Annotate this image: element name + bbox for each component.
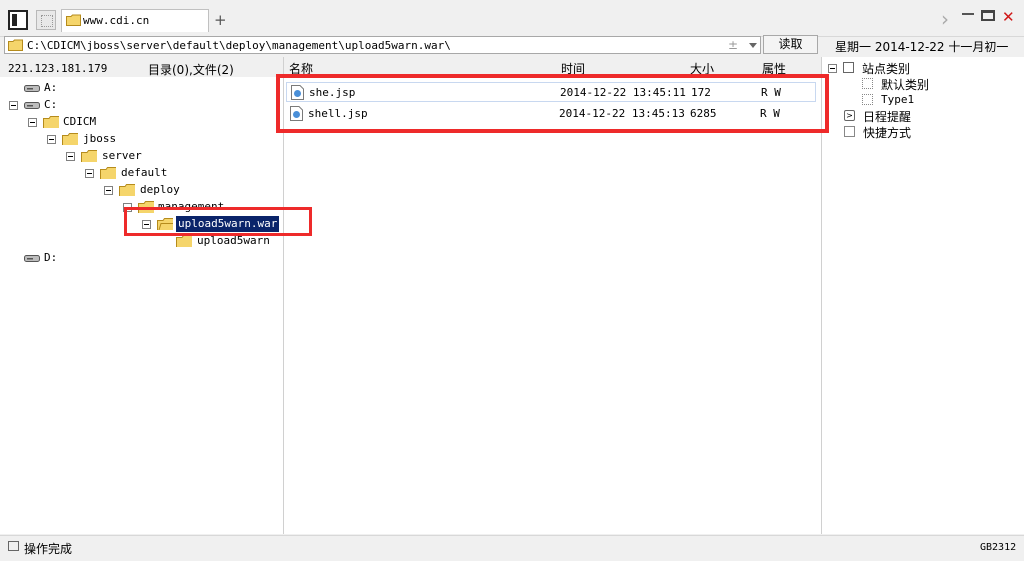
folder-icon (100, 167, 116, 179)
status-bar (0, 535, 1024, 561)
clock-icon: > (844, 110, 855, 121)
folder-icon (62, 133, 78, 145)
category-icon (843, 62, 854, 73)
read-button[interactable]: 读取 (763, 35, 818, 54)
minimize-button[interactable] (962, 13, 974, 15)
drive-icon (24, 255, 40, 262)
folder-icon (8, 39, 23, 51)
tree-folder-cdicm[interactable]: CDICM (28, 114, 148, 130)
add-tab-button[interactable]: + (214, 11, 227, 29)
tree-folder-deploy[interactable]: deploy (104, 182, 224, 198)
blank-page-icon[interactable] (36, 10, 56, 30)
forward-icon[interactable]: › (941, 7, 949, 31)
tree-drive-d[interactable]: D: (24, 250, 104, 266)
title-bar: www.cdi.cn + › ✕ (0, 0, 1024, 37)
tree-drive-a[interactable]: A: (24, 80, 104, 96)
collapse-icon[interactable] (28, 118, 37, 127)
status-icon (8, 541, 19, 551)
collapse-icon[interactable] (828, 64, 837, 73)
folder-icon (81, 150, 97, 162)
folder-icon (66, 14, 81, 26)
close-button[interactable]: ✕ (1002, 8, 1015, 26)
highlight-box-folder (124, 207, 312, 236)
shortcut-icon (844, 126, 855, 137)
maximize-button[interactable] (981, 10, 995, 21)
dir-file-count: 目录(0),文件(2) (148, 63, 234, 77)
address-input[interactable]: C:\CDICM\jboss\server\default\deploy\man… (4, 36, 761, 54)
category-icon (862, 78, 873, 89)
highlight-box-files (276, 74, 829, 133)
collapse-icon[interactable] (66, 152, 75, 161)
folder-icon (176, 235, 192, 247)
drive-icon (24, 85, 40, 92)
address-path: C:\CDICM\jboss\server\default\deploy\man… (27, 39, 451, 52)
encoding-label[interactable]: GB2312 (980, 542, 1016, 553)
file-list (284, 77, 821, 534)
sidebar-toggle-icon[interactable] (8, 10, 28, 30)
folder-icon (119, 184, 135, 196)
tab-site[interactable]: www.cdi.cn (61, 9, 209, 32)
drive-icon (24, 102, 40, 109)
server-ip: 221.123.181.179 (8, 62, 108, 75)
expand-toggle-icon[interactable]: ± (728, 38, 738, 52)
category-icon (862, 94, 873, 105)
tree-folder-default[interactable]: default (85, 165, 205, 181)
status-text: 操作完成 (24, 542, 73, 556)
tab-title: www.cdi.cn (83, 14, 150, 27)
collapse-icon[interactable] (9, 101, 18, 110)
tree-folder-jboss[interactable]: jboss (47, 131, 167, 147)
tree-folder-server[interactable]: server (66, 148, 186, 164)
chevron-down-icon[interactable] (749, 43, 757, 48)
date-display: 星期一 2014-12-22 十一月初一 (835, 40, 1009, 54)
collapse-icon[interactable] (85, 169, 94, 178)
tree-drive-c[interactable]: C: (8, 97, 88, 113)
folder-icon (43, 116, 59, 128)
collapse-icon[interactable] (47, 135, 56, 144)
collapse-icon[interactable] (104, 186, 113, 195)
